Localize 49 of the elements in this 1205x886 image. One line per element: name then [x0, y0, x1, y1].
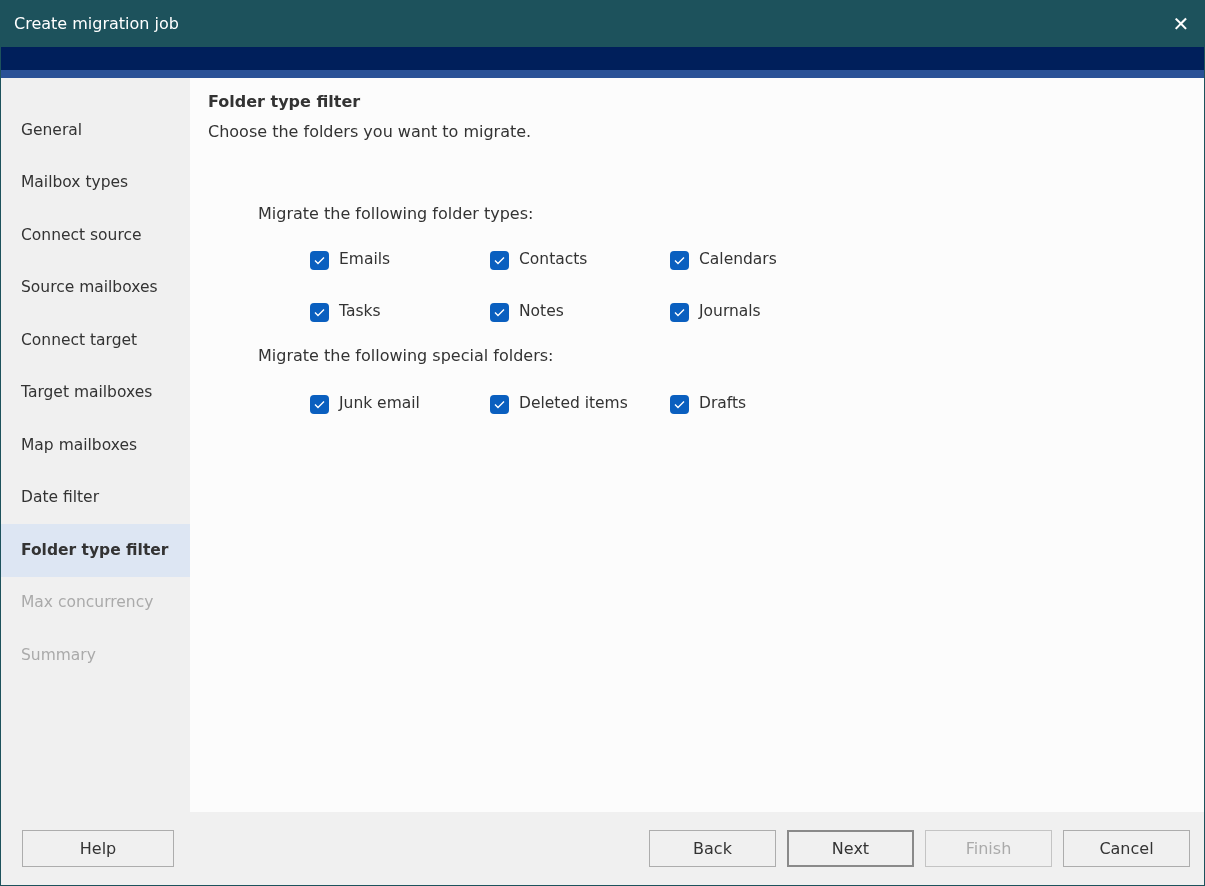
group-heading: Migrate the following special folders:	[258, 345, 555, 367]
page-title: Folder type filter	[208, 91, 362, 113]
window-title: Create migration job	[14, 12, 179, 35]
checkbox-label: Contacts	[519, 249, 588, 271]
checkmark-icon	[674, 307, 685, 317]
checkbox[interactable]	[490, 250, 509, 270]
sidebar-item[interactable]: Folder type filter	[1, 524, 190, 577]
checkmark-icon	[314, 399, 325, 409]
sidebar-item[interactable]: Connect target	[1, 314, 190, 367]
sidebar-item[interactable]: Mailbox types	[1, 156, 190, 209]
checkbox-label: Deleted items	[519, 393, 628, 415]
group-heading: Migrate the following folder types:	[258, 203, 535, 225]
dialog-button: Finish	[925, 830, 1052, 867]
checkbox-label: Tasks	[339, 301, 381, 323]
checkbox[interactable]	[310, 250, 329, 270]
sidebar-item[interactable]: Connect source	[1, 209, 190, 262]
checkbox-label: Junk email	[339, 393, 420, 415]
sidebar-item: Summary	[20, 644, 97, 666]
sidebar-item[interactable]: Map mailboxes	[1, 419, 190, 472]
sidebar-item[interactable]: Source mailboxes	[1, 261, 190, 314]
checkmark-icon	[494, 399, 505, 409]
checkbox[interactable]	[310, 394, 329, 414]
checkbox[interactable]	[490, 302, 509, 322]
sidebar-item[interactable]: Date filter	[1, 471, 190, 524]
checkbox[interactable]	[310, 302, 329, 322]
checkbox-label: Notes	[519, 301, 564, 323]
dialog-button[interactable]: Help	[22, 830, 174, 867]
checkbox[interactable]	[670, 302, 689, 322]
dialog-button[interactable]: Next	[787, 830, 914, 867]
checkmark-icon	[494, 255, 505, 265]
sidebar-item: Max concurrency	[20, 592, 155, 614]
sidebar-item[interactable]: Target mailboxes	[1, 366, 190, 419]
checkbox[interactable]	[670, 394, 689, 414]
checkbox-label: Calendars	[699, 249, 777, 271]
checkbox-label: Drafts	[699, 393, 747, 415]
checkmark-icon	[314, 255, 325, 265]
close-button[interactable]: ✕	[1158, 0, 1204, 47]
checkmark-icon	[494, 307, 505, 317]
sidebar-item[interactable]: General	[1, 104, 190, 157]
checkbox-label: Journals	[699, 301, 761, 323]
dialog-button[interactable]: Cancel	[1063, 830, 1190, 867]
checkbox[interactable]	[670, 250, 689, 270]
page-subtitle: Choose the folders you want to migrate.	[208, 121, 533, 143]
checkmark-icon	[314, 307, 325, 317]
checkbox[interactable]	[490, 394, 509, 414]
dialog-button[interactable]: Back	[649, 830, 776, 867]
checkbox-label: Emails	[339, 249, 391, 271]
checkmark-icon	[674, 399, 685, 409]
checkmark-icon	[674, 255, 685, 265]
